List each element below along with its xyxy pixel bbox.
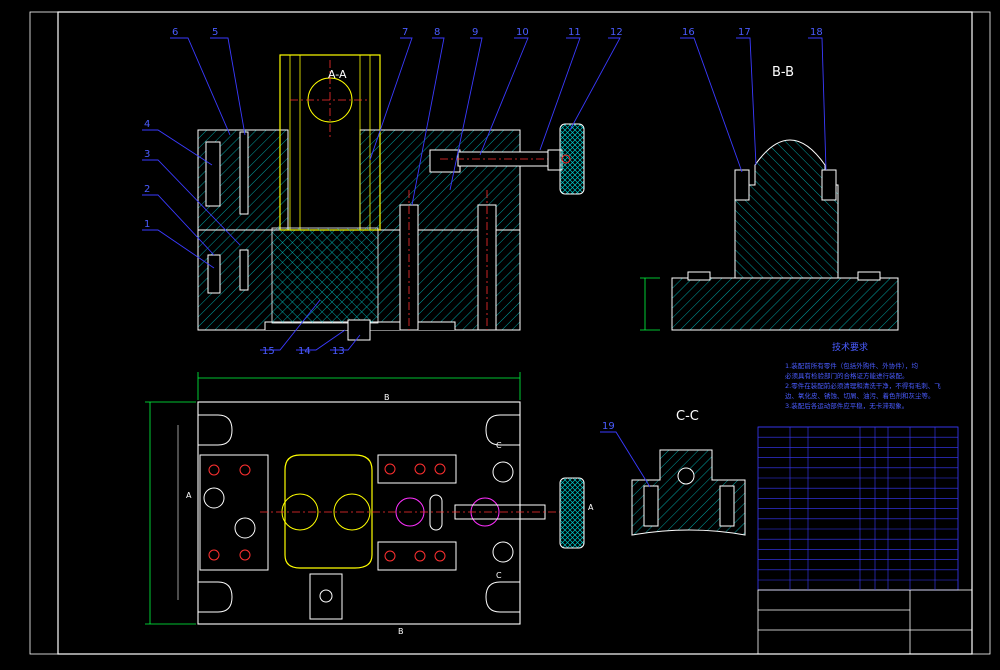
- balloon-18: 18: [810, 27, 823, 38]
- balloon-3: 3: [144, 149, 150, 160]
- balloon-16: 16: [682, 27, 695, 38]
- balloon-8: 8: [434, 27, 440, 38]
- top-plan-view: [145, 372, 585, 625]
- view-mark-c-top: C: [496, 441, 502, 450]
- balloon-15: 15: [262, 346, 275, 357]
- balloon-19: 19: [602, 421, 615, 432]
- tech-req-line-2: 必须具有检验部门的合格证方能进行装配。: [785, 371, 909, 380]
- b-b-section-view: [640, 139, 899, 331]
- a-a-label: A-A: [328, 68, 347, 81]
- cad-drawing-sheet: A-A B-B C-C A A B B C C 技术要求 1.装配前所有零件（包…: [0, 0, 1000, 666]
- c-c-label: C-C: [676, 409, 699, 424]
- tech-req-line-1: 1.装配前所有零件（包括外购件、外协件），均: [785, 361, 918, 370]
- drawing-svg: A-A B-B C-C A A B B C C 技术要求 1.装配前所有零件（包…: [29, 11, 991, 655]
- balloon-11: 11: [568, 27, 581, 38]
- balloon-13: 13: [332, 346, 345, 357]
- tech-req-line-4: 边、氧化皮、锈蚀、切屑、油污、着色剂和灰尘等。: [785, 391, 935, 400]
- c-c-section-view: [631, 449, 746, 536]
- view-mark-a-right: A: [588, 503, 594, 512]
- tech-req-line-5: 3.装配后各运动部件应平稳，无卡滞现象。: [785, 401, 908, 410]
- balloon-6: 6: [172, 27, 178, 38]
- balloon-5: 5: [212, 27, 218, 38]
- view-mark-a-left: A: [186, 491, 192, 500]
- bom-grid: [758, 426, 958, 590]
- balloon-7: 7: [402, 27, 408, 38]
- balloon-17: 17: [738, 27, 751, 38]
- view-mark-c-bottom: C: [496, 571, 502, 580]
- balloon-4: 4: [144, 119, 150, 130]
- balloon-14: 14: [298, 346, 311, 357]
- outer-border: [29, 11, 991, 655]
- view-mark-b-bottom: B: [398, 627, 404, 636]
- b-b-label: B-B: [772, 65, 794, 80]
- view-mark-b-top: B: [384, 393, 390, 402]
- balloon-9: 9: [472, 27, 478, 38]
- inner-border: [57, 11, 973, 655]
- tech-req-title: 技术要求: [832, 341, 868, 353]
- tech-req-line-3: 2.零件在装配前必须清理和清洗干净，不得有毛刺、飞: [785, 381, 941, 390]
- balloon-2: 2: [144, 184, 150, 195]
- balloon-1: 1: [144, 219, 150, 230]
- balloon-10: 10: [516, 27, 529, 38]
- balloon-12: 12: [610, 27, 623, 38]
